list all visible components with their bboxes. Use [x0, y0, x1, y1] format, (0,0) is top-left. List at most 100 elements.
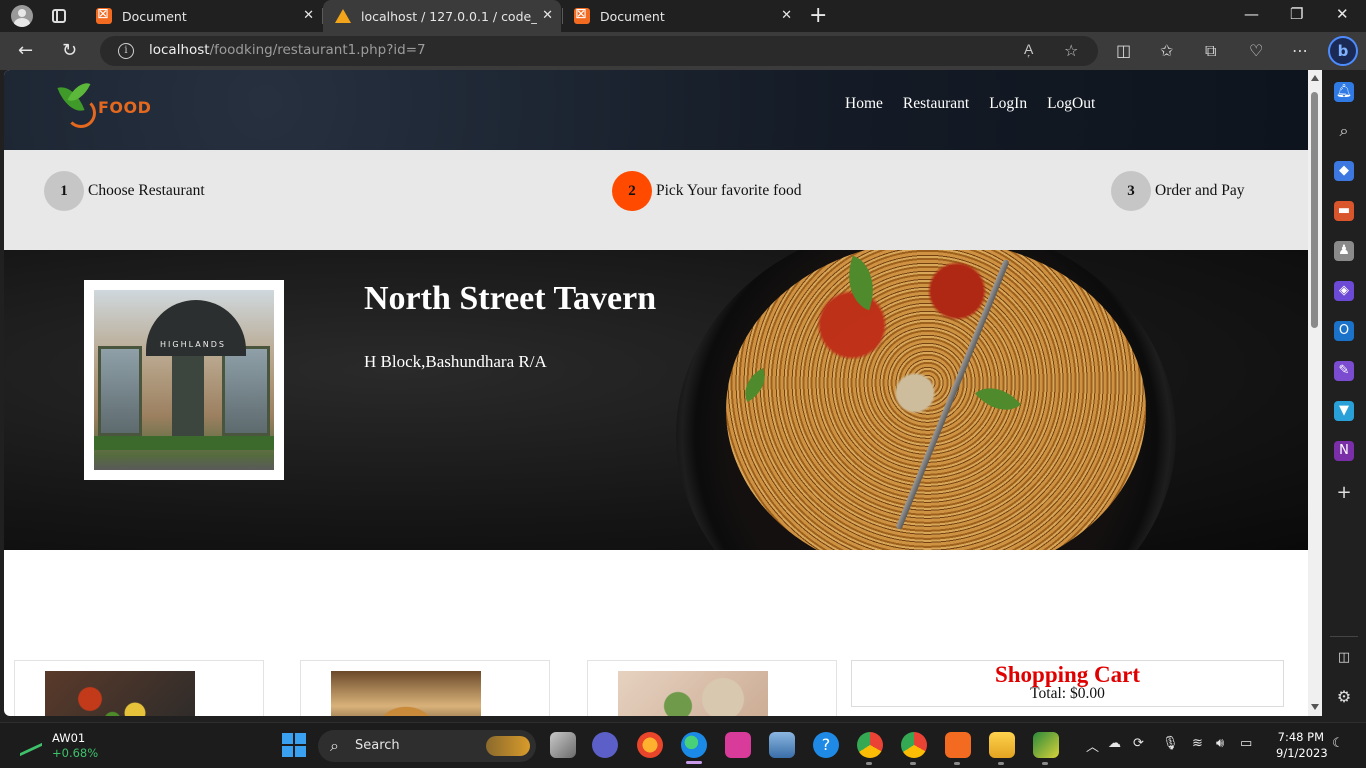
order-steps: 1 Choose Restaurant 2 Pick Your favorite…	[4, 150, 1308, 250]
running-indicator	[998, 762, 1004, 765]
storefront-door	[172, 356, 204, 440]
chevron-up-icon[interactable]: ︿	[1086, 736, 1099, 755]
read-aloud-icon[interactable]: A᷊	[1024, 41, 1033, 58]
back-icon[interactable]: ←	[18, 40, 33, 61]
nav-logout[interactable]: LogOut	[1047, 95, 1095, 113]
windows-start-icon[interactable]	[282, 733, 306, 757]
favorites-icon[interactable]: ✩	[1160, 41, 1173, 60]
step-number: 1	[44, 171, 84, 211]
scroll-down-icon[interactable]	[1311, 704, 1319, 710]
close-icon[interactable]: ✕	[542, 8, 553, 23]
active-app-indicator	[686, 761, 702, 764]
tab-phpmyadmin[interactable]: localhost / 127.0.0.1 / code_camp ✕	[323, 0, 561, 32]
close-icon[interactable]: ✕	[303, 8, 314, 23]
info-icon[interactable]: i	[118, 43, 134, 59]
food-image	[618, 671, 768, 716]
edge-sidebar: 🔔︎ ⌕ ◆ ▬ ♟ ◈ O ✎ ▼ N + ◫ ⚙	[1322, 70, 1366, 722]
system-clock[interactable]: 7:48 PM 9/1/2023	[1276, 729, 1328, 761]
stock-widget[interactable]: AW01 +0.68%	[20, 731, 98, 760]
site-header: FOOD Home Restaurant LogIn LogOut	[4, 70, 1308, 150]
outlook-icon[interactable]: O	[1334, 321, 1354, 341]
sidebar-layout-icon[interactable]: ◫	[1334, 648, 1354, 668]
health-icon[interactable]: ♡	[1249, 41, 1263, 60]
battery-icon[interactable]: ▭	[1240, 736, 1252, 751]
copilot-icon[interactable]: ◈	[1334, 281, 1354, 301]
logo-ring	[66, 98, 96, 128]
chrome-icon[interactable]	[857, 732, 883, 758]
xampp-icon[interactable]	[945, 732, 971, 758]
storefront-awning: HIGHLANDS	[146, 300, 246, 356]
minimize-icon[interactable]: —	[1244, 5, 1259, 23]
restaurant-hero: HIGHLANDS North Street Tavern H Block,Ba…	[4, 250, 1308, 550]
nav-login[interactable]: LogIn	[989, 95, 1027, 113]
step-choose-restaurant: 1 Choose Restaurant	[44, 171, 205, 211]
taskbar-search-label: Search	[355, 738, 400, 753]
new-tab-icon[interactable]: +	[809, 3, 827, 28]
page-viewport: FOOD Home Restaurant LogIn LogOut 1 Choo…	[4, 70, 1308, 716]
add-icon[interactable]: +	[1334, 483, 1354, 503]
onedrive-icon[interactable]: ☁	[1108, 736, 1121, 751]
firefox-icon[interactable]	[637, 732, 663, 758]
tab-document-2[interactable]: Document ✕	[562, 0, 800, 32]
volume-icon[interactable]: 🔊︎	[1216, 736, 1224, 751]
shopping-tag-icon[interactable]: ◆	[1334, 161, 1354, 181]
microphone-icon[interactable]: 🎙︎	[1162, 736, 1179, 751]
nav-restaurant[interactable]: Restaurant	[903, 95, 969, 113]
restaurant-address: H Block,Bashundhara R/A	[364, 352, 547, 371]
teams-chat-icon[interactable]	[592, 732, 618, 758]
onenote-icon[interactable]: N	[1334, 441, 1354, 461]
more-icon[interactable]: ⋯	[1292, 41, 1308, 60]
food-card[interactable]	[14, 660, 264, 716]
close-icon[interactable]: ✕	[781, 8, 792, 23]
tools-icon[interactable]: ▬	[1334, 201, 1354, 221]
favorite-star-icon[interactable]: ☆	[1064, 41, 1078, 60]
split-screen-icon[interactable]: ◫	[1116, 41, 1131, 60]
running-indicator	[954, 762, 960, 765]
url-text: localhost/foodking/restaurant1.php?id=7	[149, 42, 426, 58]
step-label: Choose Restaurant	[88, 182, 205, 199]
designer-icon[interactable]: ✎	[1334, 361, 1354, 381]
shopping-cart: Shopping Cart Total: $0.00	[851, 660, 1284, 707]
site-logo[interactable]: FOOD	[54, 78, 164, 132]
notification-moon-icon[interactable]: ☾	[1332, 736, 1344, 751]
profile-icon[interactable]	[11, 5, 33, 27]
tab-document-1[interactable]: Document ✕	[84, 0, 322, 32]
scroll-thumb[interactable]	[1311, 92, 1318, 328]
food-image	[331, 671, 481, 716]
chrome-profile-icon[interactable]	[901, 732, 927, 758]
sheets-app-icon[interactable]	[1033, 732, 1059, 758]
task-view-icon[interactable]	[550, 732, 576, 758]
bing-copilot-icon[interactable]: b	[1328, 36, 1358, 66]
notifications-icon[interactable]: 🔔︎	[1334, 82, 1354, 102]
taskbar: AW01 +0.68% ⌕ Search ? ︿ ☁ ⟳ 🎙︎ ≋ 🔊︎ ▭ 7…	[0, 722, 1366, 768]
window-close-icon[interactable]: ✕	[1336, 5, 1349, 23]
scroll-up-icon[interactable]	[1311, 75, 1319, 81]
step-number: 3	[1111, 171, 1151, 211]
step-label: Pick Your favorite food	[656, 182, 802, 199]
settings-gear-icon[interactable]: ⚙	[1334, 687, 1354, 707]
storefront-window	[98, 346, 142, 436]
sync-icon[interactable]: ⟳	[1133, 736, 1144, 751]
drop-icon[interactable]: ▼	[1334, 401, 1354, 421]
photos-icon[interactable]	[769, 732, 795, 758]
edge-icon[interactable]	[681, 732, 707, 758]
wps-icon[interactable]	[725, 732, 751, 758]
collections-icon[interactable]: ⧉	[1205, 41, 1216, 61]
restore-icon[interactable]: ❐	[1290, 5, 1303, 23]
nav-home[interactable]: Home	[845, 95, 883, 113]
trend-up-icon	[20, 731, 42, 757]
file-explorer-icon[interactable]	[989, 732, 1015, 758]
tab-actions-icon[interactable]	[52, 9, 66, 23]
url-field[interactable]: i localhost/foodking/restaurant1.php?id=…	[100, 36, 1098, 66]
food-card[interactable]	[587, 660, 837, 716]
refresh-icon[interactable]: ↻	[62, 40, 77, 61]
taskbar-search[interactable]: ⌕ Search	[318, 730, 536, 762]
page-scrollbar[interactable]	[1308, 70, 1322, 716]
games-icon[interactable]: ♟	[1334, 241, 1354, 261]
help-icon[interactable]: ?	[813, 732, 839, 758]
phpmyadmin-icon	[335, 9, 351, 23]
food-card[interactable]	[300, 660, 550, 716]
search-icon[interactable]: ⌕	[1334, 121, 1354, 141]
wifi-icon[interactable]: ≋	[1192, 736, 1203, 751]
storefront-hedge	[94, 436, 274, 450]
